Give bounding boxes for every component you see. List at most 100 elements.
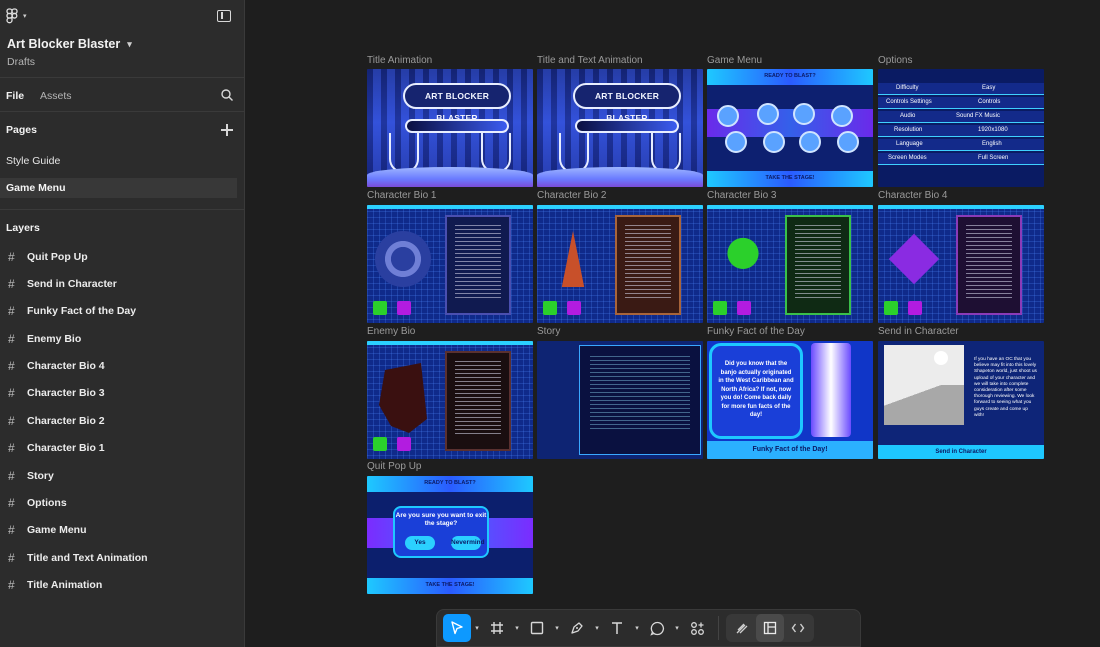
design-mode-button[interactable] (756, 614, 784, 642)
chevron-down-icon[interactable]: ▾ (631, 614, 643, 642)
layer-item[interactable]: # Character Bio 2 (0, 410, 240, 432)
option-label: Language (896, 141, 923, 147)
frame-hash-icon (491, 622, 503, 634)
frame-icon: # (8, 523, 15, 537)
frame-title-animation[interactable]: ART BLOCKER BLASTER (367, 69, 533, 187)
frame-label[interactable]: Send in Character (878, 326, 959, 337)
toggle-sidebar-icon[interactable] (217, 10, 231, 22)
character-art (715, 231, 771, 287)
frame-label[interactable]: Game Menu (707, 55, 762, 66)
actions-tool-button[interactable] (683, 614, 711, 642)
left-sidebar: ▾ Art Blocker Blaster ▾ Drafts File Asse… (0, 0, 245, 647)
top-strip (537, 205, 703, 209)
frame-label[interactable]: Options (878, 55, 912, 66)
frame-game-menu[interactable]: READY TO BLAST? TAKE THE STAGE! (707, 69, 873, 187)
bio-text-panel (445, 351, 511, 451)
frame-character-bio-4[interactable] (878, 205, 1044, 323)
frame-label[interactable]: Character Bio 2 (537, 190, 606, 201)
file-name[interactable]: Art Blocker Blaster ▾ (7, 37, 132, 51)
footer-bar: TAKE THE STAGE! (707, 171, 873, 187)
layer-item[interactable]: # Quit Pop Up (0, 246, 240, 268)
frame-icon: # (8, 277, 15, 291)
header-bar: READY TO BLAST? (707, 69, 873, 85)
chevron-down-icon[interactable]: ▾ (511, 614, 523, 642)
frame-label[interactable]: Title Animation (367, 55, 432, 66)
draw-mode-button[interactable] (728, 614, 756, 642)
frame-icon: # (8, 250, 15, 264)
move-tool-button[interactable] (443, 614, 471, 642)
frame-enemy-bio[interactable] (367, 341, 533, 459)
header-bar: READY TO BLAST? (367, 476, 533, 492)
pen-tool-button[interactable] (563, 614, 591, 642)
page-item-style-guide[interactable]: Style Guide (0, 151, 237, 171)
frame-label[interactable]: Story (537, 326, 560, 337)
menu-button (763, 131, 785, 153)
frame-character-bio-2[interactable] (537, 205, 703, 323)
design-canvas[interactable]: Title Animation Title and Text Animation… (246, 0, 1100, 647)
tab-file[interactable]: File (6, 90, 24, 102)
game-logo: ART BLOCKER BLASTER (573, 83, 681, 123)
option-label: Difficulty (896, 85, 919, 91)
frame-options[interactable]: Difficulty Easy Controls Settings Controls… (878, 69, 1044, 187)
comment-tool-button[interactable] (643, 614, 671, 642)
frame-label[interactable]: Title and Text Animation (537, 55, 643, 66)
add-page-icon[interactable] (221, 124, 233, 136)
shape-tool-button[interactable] (523, 614, 551, 642)
badge (884, 301, 898, 315)
chevron-down-icon[interactable]: ▾ (471, 614, 483, 642)
chevron-down-icon[interactable]: ▾ (671, 614, 683, 642)
quit-no-button: Nevermind (451, 536, 485, 550)
toolbar-divider (718, 616, 719, 640)
frame-quit-pop-up[interactable]: READY TO BLAST? Are you sure you want to… (367, 476, 533, 594)
layer-item[interactable]: # Story (0, 465, 240, 487)
frame-character-bio-1[interactable] (367, 205, 533, 323)
frame-funky-fact[interactable]: Did you know that the banjo actually ori… (707, 341, 873, 459)
layer-item[interactable]: # Game Menu (0, 519, 240, 541)
file-header: ▾ Art Blocker Blaster ▾ Drafts (0, 0, 244, 78)
file-location[interactable]: Drafts (7, 56, 35, 68)
figma-app: ▾ Art Blocker Blaster ▾ Drafts File Asse… (0, 0, 1100, 647)
layer-item[interactable]: # Options (0, 492, 240, 514)
layer-item[interactable]: # Character Bio 3 (0, 382, 240, 404)
menu-button (793, 103, 815, 125)
frame-icon: # (8, 332, 15, 346)
footer-bar: TAKE THE STAGE! (367, 578, 533, 594)
chevron-down-icon[interactable]: ▾ (591, 614, 603, 642)
main-menu-button[interactable]: ▾ (6, 8, 27, 24)
layer-item[interactable]: # Send in Character (0, 273, 240, 295)
frame-icon: # (8, 359, 15, 373)
option-row: Audio Sound FX Music (878, 111, 1044, 123)
option-value: 1920x1080 (978, 127, 1008, 133)
dev-mode-button[interactable] (784, 614, 812, 642)
frame-label[interactable]: Funky Fact of the Day (707, 326, 805, 337)
layer-item[interactable]: # Funky Fact of the Day (0, 300, 240, 322)
frame-label[interactable]: Character Bio 3 (707, 190, 776, 201)
layer-item[interactable]: # Enemy Bio (0, 328, 240, 350)
frame-label[interactable]: Character Bio 1 (367, 190, 436, 201)
option-row: Screen Modes Full Screen (878, 153, 1044, 165)
frame-story[interactable] (537, 341, 703, 459)
frame-tool-button[interactable] (483, 614, 511, 642)
bio-text-panel (445, 215, 511, 315)
menu-button (717, 105, 739, 127)
game-logo: ART BLOCKER BLASTER (403, 83, 511, 123)
layer-item[interactable]: # Character Bio 4 (0, 355, 240, 377)
layer-item[interactable]: # Title Animation (0, 574, 240, 596)
frame-title-text-animation[interactable]: ART BLOCKER BLASTER (537, 69, 703, 187)
layer-item[interactable]: # Character Bio 1 (0, 437, 240, 459)
frame-label[interactable]: Quit Pop Up (367, 461, 421, 472)
tab-assets[interactable]: Assets (40, 90, 72, 102)
stage-floor (537, 167, 703, 187)
chevron-down-icon[interactable]: ▾ (551, 614, 563, 642)
frame-send-in-character[interactable]: If you have an OC that you believe may f… (878, 341, 1044, 459)
layer-item[interactable]: # Title and Text Animation (0, 547, 240, 569)
badge (908, 301, 922, 315)
search-icon[interactable] (221, 89, 233, 101)
text-tool-button[interactable] (603, 614, 631, 642)
frame-label[interactable]: Character Bio 4 (878, 190, 947, 201)
frame-label[interactable]: Enemy Bio (367, 326, 415, 337)
page-item-game-menu[interactable]: Game Menu (0, 178, 237, 198)
frame-icon: # (8, 551, 15, 565)
footer-text: TAKE THE STAGE! (765, 175, 815, 181)
frame-character-bio-3[interactable] (707, 205, 873, 323)
